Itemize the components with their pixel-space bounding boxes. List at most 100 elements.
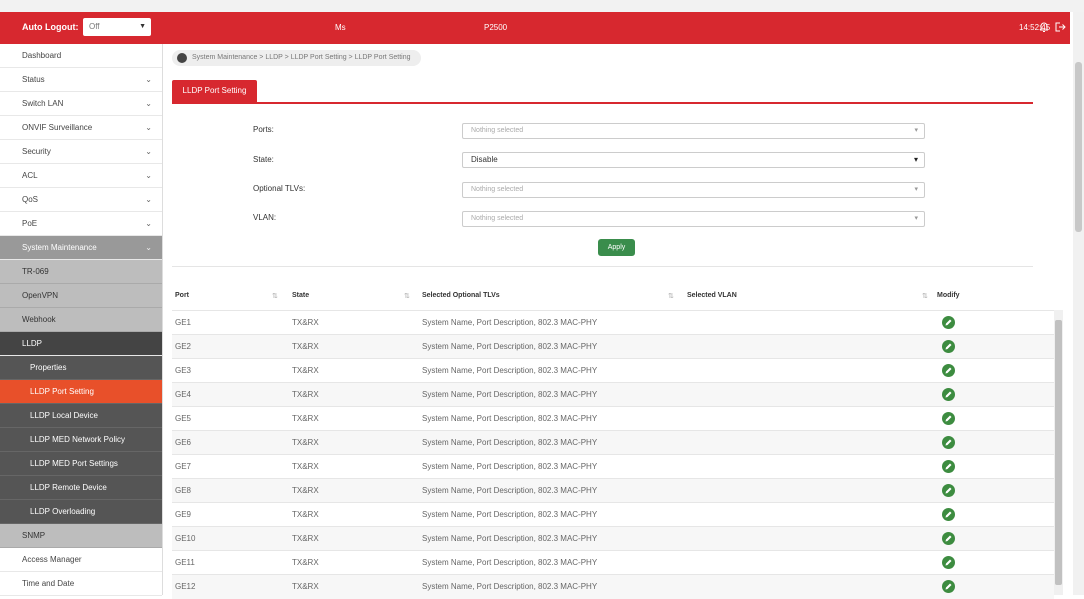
sidebar-item-label: Access Manager: [22, 555, 82, 564]
sidebar-item-onvif[interactable]: ONVIF Surveillance ⌄: [0, 116, 162, 140]
cell-port: GE12: [175, 582, 196, 591]
apply-button[interactable]: Apply: [598, 239, 635, 256]
edit-icon[interactable]: [942, 316, 955, 329]
sidebar-item-label: Webhook: [22, 315, 56, 324]
sidebar-item-lldp[interactable]: LLDP: [0, 332, 162, 356]
auto-logout-label: Auto Logout:: [22, 22, 79, 32]
sidebar-item-label: System Maintenance: [22, 243, 97, 252]
table-row: GE8 TX&RX System Name, Port Description, 8…: [172, 478, 1054, 503]
device-name: P2500: [484, 23, 508, 32]
sidebar-item-system-maintenance[interactable]: System Maintenance ⌄: [0, 236, 162, 260]
column-header-tlvs[interactable]: Selected Optional TLVs: [422, 292, 500, 299]
table-scrollbar[interactable]: [1054, 310, 1063, 595]
sort-icon[interactable]: ⇅: [272, 292, 278, 300]
cell-state: TX&RX: [292, 462, 319, 471]
sidebar-item-acl[interactable]: ACL ⌄: [0, 164, 162, 188]
cell-state: TX&RX: [292, 558, 319, 567]
top-header-bar: Auto Logout: Off ▼ Ms P2500 14:52:45: [0, 12, 1070, 44]
edit-icon[interactable]: [942, 340, 955, 353]
sort-icon[interactable]: ⇅: [668, 292, 674, 300]
edit-icon[interactable]: [942, 436, 955, 449]
sidebar-item-access-manager[interactable]: Access Manager: [0, 548, 162, 572]
sidebar-item-openvpn[interactable]: OpenVPN: [0, 284, 162, 308]
column-header-port[interactable]: Port: [175, 292, 189, 299]
tab-lldp-port-setting[interactable]: LLDP Port Setting: [172, 80, 257, 102]
sidebar-item-label: TR-069: [22, 267, 49, 276]
edit-icon[interactable]: [942, 364, 955, 377]
sidebar-item-lldp-med-port-settings[interactable]: LLDP MED Port Settings: [0, 452, 162, 476]
auto-logout-select[interactable]: Off ▼: [83, 18, 151, 36]
optional-tlvs-select[interactable]: Nothing selected ▾: [462, 182, 925, 198]
edit-icon[interactable]: [942, 556, 955, 569]
ports-select[interactable]: Nothing selected ▾: [462, 123, 925, 139]
sidebar-item-snmp[interactable]: SNMP: [0, 524, 162, 548]
edit-icon[interactable]: [942, 388, 955, 401]
page-scrollbar[interactable]: [1073, 12, 1084, 595]
sidebar-item-label: LLDP Overloading: [30, 507, 96, 516]
breadcrumb-text: System Maintenance > LLDP > LLDP Port Se…: [192, 54, 411, 61]
edit-icon[interactable]: [942, 508, 955, 521]
tab-underline: [172, 102, 1033, 104]
cell-optional-tlvs: System Name, Port Description, 802.3 MAC…: [422, 390, 598, 399]
chevron-down-icon: ⌄: [145, 99, 152, 108]
chevron-down-icon: ⌄: [145, 123, 152, 132]
cell-optional-tlvs: System Name, Port Description, 802.3 MAC…: [422, 462, 598, 471]
cell-state: TX&RX: [292, 510, 319, 519]
vlan-select[interactable]: Nothing selected ▾: [462, 211, 925, 227]
sidebar-item-tr069[interactable]: TR-069: [0, 260, 162, 284]
cell-optional-tlvs: System Name, Port Description, 802.3 MAC…: [422, 342, 598, 351]
state-value: Disable: [471, 155, 498, 164]
table-scrollbar-thumb[interactable]: [1055, 320, 1062, 585]
cell-port: GE7: [175, 462, 192, 471]
table-row: GE12 TX&RX System Name, Port Description, …: [172, 574, 1054, 599]
cell-optional-tlvs: System Name, Port Description, 802.3 MAC…: [422, 534, 598, 543]
cell-port: GE5: [175, 414, 192, 423]
sidebar-item-lldp-med-network-policy[interactable]: LLDP MED Network Policy: [0, 428, 162, 452]
table-row: GE2 TX&RX System Name, Port Description, 8…: [172, 334, 1054, 359]
edit-icon[interactable]: [942, 412, 955, 425]
sidebar-item-label: SNMP: [22, 531, 46, 540]
sidebar-item-lldp-remote-device[interactable]: LLDP Remote Device: [0, 476, 162, 500]
sidebar-item-lldp-overloading[interactable]: LLDP Overloading: [0, 500, 162, 524]
sort-icon[interactable]: ⇅: [922, 292, 928, 300]
sidebar-item-lldp-local-device[interactable]: LLDP Local Device: [0, 404, 162, 428]
sidebar-item-qos[interactable]: QoS ⌄: [0, 188, 162, 212]
cell-port: GE1: [175, 318, 192, 327]
column-header-state[interactable]: State: [292, 292, 309, 299]
sidebar-item-lldp-port-setting[interactable]: LLDP Port Setting: [0, 380, 162, 404]
sidebar-item-time-and-date[interactable]: Time and Date: [0, 572, 162, 596]
sidebar-item-dashboard[interactable]: Dashboard: [0, 44, 162, 68]
cell-port: GE10: [175, 534, 196, 543]
bell-icon[interactable]: [1038, 21, 1050, 33]
table-row: GE1 TX&RX System Name, Port Description, 8…: [172, 310, 1054, 335]
state-select[interactable]: Disable ▾: [462, 152, 925, 168]
column-header-vlan[interactable]: Selected VLAN: [687, 292, 737, 299]
sidebar-item-security[interactable]: Security ⌄: [0, 140, 162, 164]
cell-state: TX&RX: [292, 438, 319, 447]
optional-tlvs-value: Nothing selected: [471, 186, 524, 193]
cell-optional-tlvs: System Name, Port Description, 802.3 MAC…: [422, 558, 598, 567]
sidebar-item-status[interactable]: Status ⌄: [0, 68, 162, 92]
sidebar-item-switch-lan[interactable]: Switch LAN ⌄: [0, 92, 162, 116]
sidebar-item-label: Dashboard: [22, 51, 62, 60]
gear-icon: [177, 53, 187, 63]
page-scrollbar-thumb[interactable]: [1075, 62, 1082, 232]
edit-icon[interactable]: [942, 484, 955, 497]
sidebar-item-poe[interactable]: PoE ⌄: [0, 212, 162, 236]
cell-optional-tlvs: System Name, Port Description, 802.3 MAC…: [422, 318, 598, 327]
sidebar-item-webhook[interactable]: Webhook: [0, 308, 162, 332]
divider: [172, 266, 1033, 267]
sidebar-item-label: Switch LAN: [22, 99, 64, 108]
sidebar-item-label: LLDP MED Port Settings: [30, 459, 118, 468]
sidebar-item-lldp-properties[interactable]: Properties: [0, 356, 162, 380]
table-row: GE11 TX&RX System Name, Port Description, …: [172, 550, 1054, 575]
chevron-down-icon: ⌄: [145, 75, 152, 84]
logout-icon[interactable]: [1054, 21, 1066, 33]
sort-icon[interactable]: ⇅: [404, 292, 410, 300]
edit-icon[interactable]: [942, 460, 955, 473]
edit-icon[interactable]: [942, 580, 955, 593]
edit-icon[interactable]: [942, 532, 955, 545]
ports-value: Nothing selected: [471, 127, 524, 134]
cell-state: TX&RX: [292, 486, 319, 495]
chevron-down-icon: ⌄: [145, 243, 152, 252]
